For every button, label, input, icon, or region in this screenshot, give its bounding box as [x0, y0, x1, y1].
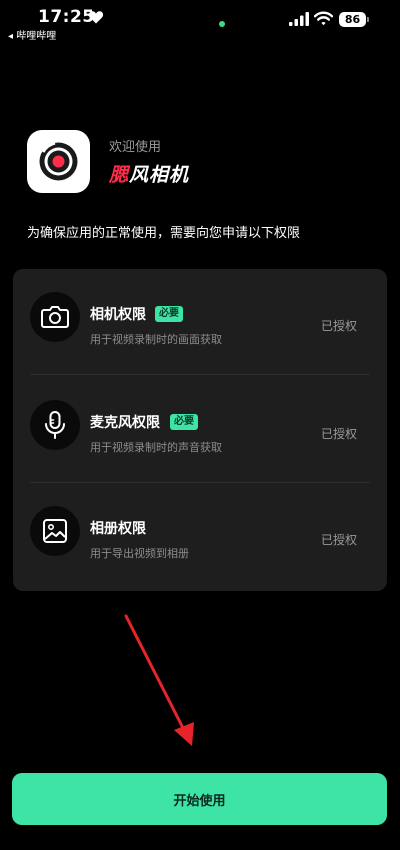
- permission-status: 已授权: [320, 533, 357, 547]
- permission-description: 用于视频录制时的声音获取: [90, 441, 222, 454]
- permissions-card: 相机权限 必要 用于视频录制时的画面获取 已授权 麦克风权限 必要 用于视频录制…: [13, 269, 387, 591]
- required-badge: 必要: [170, 414, 198, 430]
- permission-status: 已授权: [320, 319, 357, 333]
- start-button[interactable]: 开始使用: [12, 773, 387, 825]
- permission-title: 相机权限: [90, 307, 146, 323]
- photo-album-icon: [30, 506, 80, 556]
- microphone-icon: [30, 400, 80, 450]
- app-screen: 17:25 ◂ 哔哩哔哩 86 欢迎使用 腮风相机 为确保应用的正常使用，需要向…: [0, 0, 400, 850]
- back-to-app-link[interactable]: ◂ 哔哩哔哩: [8, 27, 56, 42]
- permission-intro-text: 为确保应用的正常使用，需要向您申请以下权限: [27, 226, 301, 241]
- permission-item-camera[interactable]: 相机权限 必要 用于视频录制时的画面获取 已授权: [13, 269, 387, 375]
- app-name: 腮风相机: [109, 160, 189, 187]
- required-badge: 必要: [155, 306, 183, 322]
- app-name-accent: 腮: [109, 164, 130, 186]
- annotation-arrow: [124, 614, 194, 746]
- permission-status: 已授权: [320, 427, 357, 441]
- permission-description: 用于导出视频到相册: [90, 547, 189, 560]
- status-bar: 17:25 ◂ 哔哩哔哩 86: [0, 0, 400, 44]
- status-time: 17:25: [38, 7, 95, 27]
- divider: [30, 374, 370, 375]
- battery-indicator: 86: [339, 12, 366, 27]
- cellular-signal-icon: [289, 12, 309, 26]
- app-name-rest: 风相机: [129, 164, 190, 186]
- permission-title: 麦克风权限: [90, 415, 160, 431]
- app-logo: [27, 130, 90, 193]
- welcome-text: 欢迎使用: [109, 140, 162, 155]
- permission-title: 相册权限: [90, 521, 146, 537]
- battery-tip: [367, 17, 369, 22]
- lens-logo-icon: [39, 141, 78, 181]
- permission-item-microphone[interactable]: 麦克风权限 必要 用于视频录制时的声音获取 已授权: [13, 377, 387, 483]
- permission-item-album[interactable]: 相册权限 用于导出视频到相册 已授权: [13, 483, 387, 589]
- camera-icon: [30, 292, 80, 342]
- permission-description: 用于视频录制时的画面获取: [90, 333, 222, 346]
- wifi-icon: [314, 11, 333, 26]
- heart-icon: [88, 11, 104, 24]
- camera-in-use-indicator: [219, 21, 225, 27]
